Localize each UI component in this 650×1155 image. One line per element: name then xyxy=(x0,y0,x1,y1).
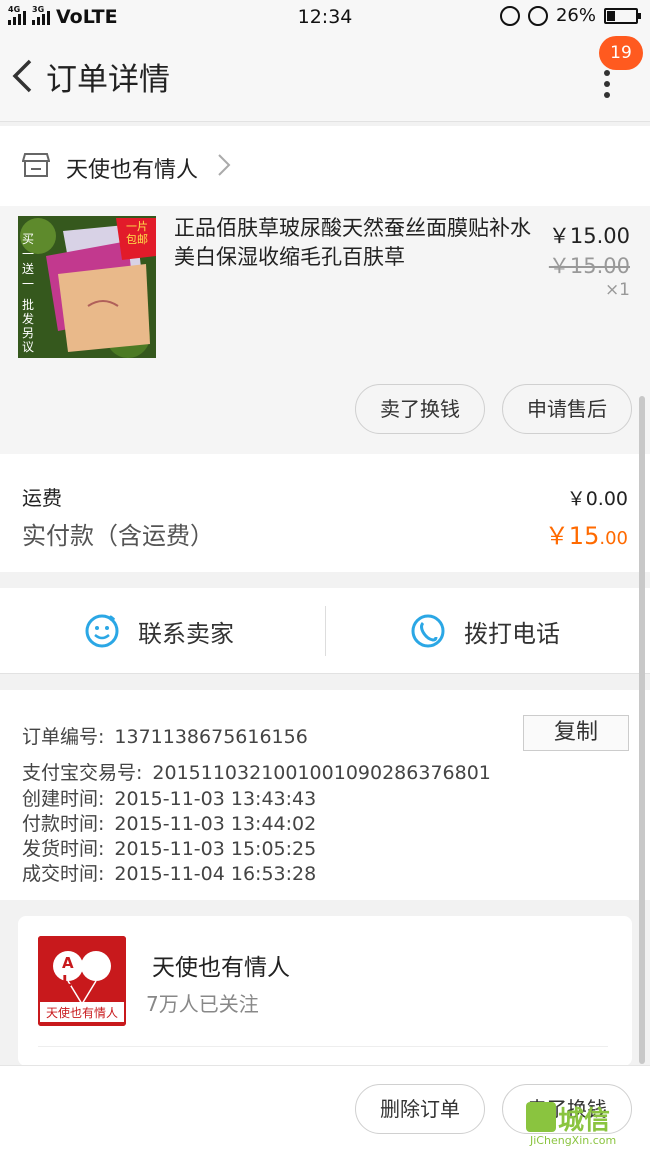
product-thumbnail[interactable]: 一片包邮 买一送一 批发另议 xyxy=(18,216,156,358)
phone-icon xyxy=(411,614,445,648)
status-bar: 4G 3G VoLTE 12:34 26% xyxy=(0,0,650,34)
shipped-time-row: 发货时间: 2015-11-03 15:05:25 xyxy=(22,838,317,860)
contact-seller-label: 联系卖家 xyxy=(138,619,234,648)
chevron-right-icon xyxy=(218,154,231,176)
shop-row[interactable]: 天使也有情人 xyxy=(0,126,650,206)
call-phone-label: 拨打电话 xyxy=(464,619,560,648)
contact-seller-button[interactable]: 联系卖家 xyxy=(84,588,234,674)
divider xyxy=(325,606,326,656)
after-sale-button[interactable]: 申请售后 xyxy=(502,384,632,434)
shop-card[interactable]: A L 天使也有情人 天使也有情人 7万人已关注 xyxy=(18,916,632,1066)
alarm-icon xyxy=(527,5,548,26)
product-price: ￥15.00 xyxy=(548,224,630,248)
alipay-trade-row: 支付宝交易号: 2015110321001001090286376801 xyxy=(22,762,491,784)
created-time-row: 创建时间: 2015-11-03 13:43:43 xyxy=(22,788,317,810)
scrollbar[interactable] xyxy=(639,396,645,1064)
delete-order-button[interactable]: 删除订单 xyxy=(355,1084,485,1134)
quantity: ×1 xyxy=(604,280,630,300)
battery-percent: 26% xyxy=(555,5,596,26)
shipping-label: 运费 xyxy=(22,486,62,510)
contact-bar: 联系卖家 拨打电话 xyxy=(0,588,650,674)
watermark: 城信 JiChengXin.com xyxy=(526,1102,646,1152)
notification-badge: 19 xyxy=(599,36,643,70)
back-arrow-icon[interactable] xyxy=(10,58,36,94)
fee-summary: 运费 ￥0.00 实付款（含运费） ￥15.00 xyxy=(0,454,650,572)
shop-logo[interactable]: A L 天使也有情人 xyxy=(38,936,126,1026)
product-title[interactable]: 正品佰肤草玻尿酸天然蚕丝面膜贴补水美白保湿收缩毛孔百肤草 xyxy=(174,214,534,272)
paid-time-row: 付款时间: 2015-11-03 13:44:02 xyxy=(22,813,317,835)
page-title: 订单详情 xyxy=(46,62,170,98)
watermark-logo-icon xyxy=(526,1102,556,1132)
original-price: ￥15.00 xyxy=(548,254,630,278)
order-item[interactable]: 一片包邮 买一送一 批发另议 正品佰肤草玻尿酸天然蚕丝面膜贴补水美白保湿收缩毛孔… xyxy=(0,206,650,454)
card-followers: 7万人已关注 xyxy=(146,992,259,1016)
store-icon xyxy=(22,153,50,177)
call-phone-button[interactable]: 拨打电话 xyxy=(410,588,560,674)
app-header: 订单详情 19 xyxy=(0,34,650,122)
chat-smiley-icon xyxy=(85,614,119,648)
order-info: 订单编号: 1371138675616156 复制 支付宝交易号: 20151103… xyxy=(0,690,650,900)
paid-value: ￥15.00 xyxy=(544,522,628,550)
rotation-lock-icon xyxy=(499,5,520,26)
battery-icon xyxy=(604,7,641,24)
status-right: 26% xyxy=(499,5,641,26)
completed-time-row: 成交时间: 2015-11-04 16:53:28 xyxy=(22,863,317,885)
sell-button[interactable]: 卖了换钱 xyxy=(355,384,485,434)
card-shop-name: 天使也有情人 xyxy=(152,955,290,981)
order-number-row: 订单编号: 1371138675616156 xyxy=(22,726,308,748)
card-divider xyxy=(38,1046,608,1047)
more-menu-icon[interactable] xyxy=(600,70,614,100)
shipping-value: ￥0.00 xyxy=(566,488,628,510)
copy-button[interactable]: 复制 xyxy=(523,715,629,751)
shop-name: 天使也有情人 xyxy=(66,158,199,183)
paid-label: 实付款（含运费） xyxy=(22,522,214,550)
